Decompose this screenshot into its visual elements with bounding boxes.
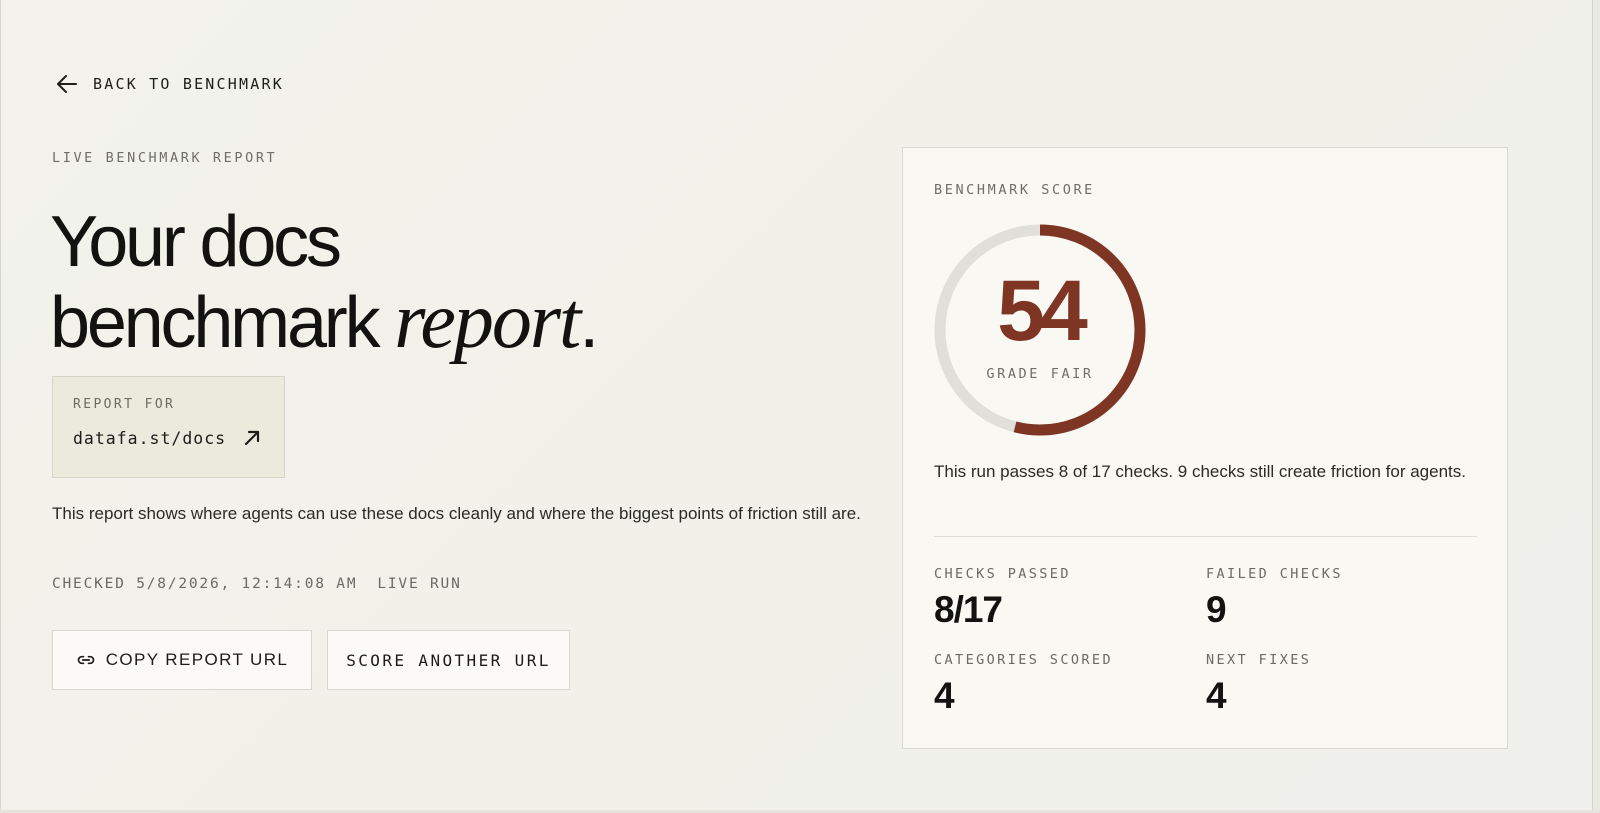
copy-report-url-label: COPY REPORT URL [105,650,289,669]
run-meta: CHECKED 5/8/2026, 12:14:08 AM LIVE RUN [52,576,462,592]
back-to-benchmark-link[interactable]: BACK TO BENCHMARK [55,72,284,96]
grade-label: GRADE FAIR [986,366,1094,382]
score-card-divider [934,536,1477,537]
stat-categories-scored: CATEGORIES SCORED 4 [934,652,1113,716]
score-gauge: 54 GRADE FAIR [934,224,1146,436]
benchmark-score-card: BENCHMARK SCORE 54 GRADE FAIR This run p… [902,147,1508,749]
score-value: 54 [997,263,1088,359]
title-line-1: Your docs [50,202,342,282]
score-another-url-button[interactable]: SCORE ANOTHER URL [327,630,570,690]
title-italic-word: report [394,277,581,365]
report-for-box: REPORT FOR datafa.st/docs [52,376,285,478]
stat-label: FAILED CHECKS [1206,566,1343,582]
stat-label: CHECKS PASSED [934,566,1071,582]
title-period: . [579,283,599,363]
report-for-label: REPORT FOR [73,397,176,412]
page-eyebrow: LIVE BENCHMARK REPORT [52,150,278,166]
stat-value: 4 [1206,675,1227,716]
stat-failed-checks: FAILED CHECKS 9 [1206,566,1343,630]
back-link-label: BACK TO BENCHMARK [93,75,284,93]
stat-label: NEXT FIXES [1206,652,1312,668]
run-type-label: LIVE RUN [377,576,462,592]
stat-value: 9 [1206,589,1227,630]
stat-next-fixes: NEXT FIXES 4 [1206,652,1311,716]
report-description: This report shows where agents can use t… [52,504,861,523]
copy-report-url-button[interactable]: COPY REPORT URL [52,630,312,690]
link-icon [77,655,94,665]
page-title: Your docs benchmark report. [50,202,599,365]
stat-checks-passed: CHECKS PASSED 8/17 [934,566,1071,630]
window-edge-right [1592,0,1600,813]
checked-timestamp: CHECKED 5/8/2026, 12:14:08 AM [52,576,358,592]
arrow-left-icon [57,75,77,93]
score-another-url-label: SCORE ANOTHER URL [346,650,551,670]
window-edge-left [0,0,1,813]
score-summary: This run passes 8 of 17 checks. 9 checks… [934,462,1466,481]
stat-label: CATEGORIES SCORED [934,652,1113,668]
report-url-text: datafa.st/docs [73,428,227,448]
stat-value: 8/17 [934,589,1003,630]
stat-value: 4 [934,675,955,716]
score-card-eyebrow: BENCHMARK SCORE [934,182,1095,198]
report-url-link[interactable]: datafa.st/docs [73,428,264,448]
title-line-2: benchmark [50,283,381,363]
arrow-up-right-icon [244,430,260,446]
